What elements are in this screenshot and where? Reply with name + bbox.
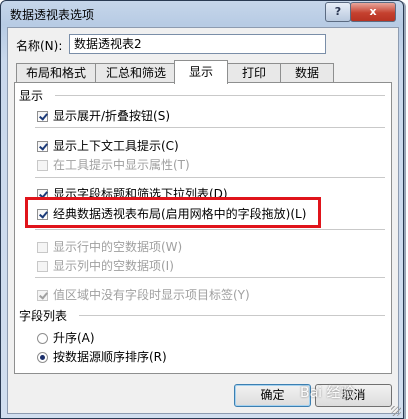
help-button[interactable]: ? [325, 2, 351, 22]
option-item-labels-no-fields: 值区域中没有字段时显示项目标签(Y) [37, 286, 250, 303]
section-divider [79, 315, 385, 316]
option-label: 显示展开/折叠按钮(S) [53, 109, 171, 123]
checkbox [37, 160, 48, 171]
option-classic-layout[interactable]: 经典数据透视表布局(启用网格中的字段拖放)(L) [37, 205, 306, 222]
option-sort-data-source[interactable]: 按数据源顺序排序(R) [37, 348, 167, 365]
checkbox[interactable] [37, 111, 48, 122]
option-properties-in-tooltips: 在工具提示中显示属性(T) [37, 156, 190, 173]
tab-layout-format[interactable]: 布局和格式 [16, 63, 96, 83]
checkbox [37, 290, 48, 301]
group-divider [35, 229, 385, 230]
name-input[interactable]: 数据透视表2 [69, 34, 326, 54]
checkbox[interactable] [37, 189, 48, 200]
option-label: 显示行中的空数据项(W) [53, 240, 183, 254]
option-contextual-tooltips[interactable]: 显示上下文工具提示(C) [37, 137, 179, 154]
tab-totals-filters[interactable]: 汇总和筛选 [95, 63, 177, 83]
display-tab-panel: 显示 显示展开/折叠按钮(S) 显示上下文工具提示(C) 在工具提示中显示属性(… [14, 82, 392, 374]
display-section-title: 显示 [19, 89, 44, 103]
option-label: 显示上下文工具提示(C) [53, 139, 179, 153]
option-label: 按数据源顺序排序(R) [53, 350, 167, 364]
tab-display[interactable]: 显示 [174, 60, 228, 84]
group-divider [35, 277, 385, 278]
option-empty-rows: 显示行中的空数据项(W) [37, 238, 182, 255]
group-divider [35, 177, 385, 178]
field-list-section-title: 字段列表 [19, 309, 68, 323]
checkbox [37, 242, 48, 253]
group-divider [35, 127, 385, 128]
close-button[interactable]: x [350, 2, 396, 22]
checkbox[interactable] [37, 209, 48, 220]
radio-button[interactable] [37, 352, 48, 363]
option-empty-columns: 显示列中的空数据项(I) [37, 257, 174, 274]
checkbox [37, 261, 48, 272]
title-bar[interactable]: 数据透视表选项 ? x [1, 1, 403, 27]
option-show-expand-collapse[interactable]: 显示展开/折叠按钮(S) [37, 107, 170, 124]
option-label: 经典数据透视表布局(启用网格中的字段拖放)(L) [53, 207, 307, 221]
resize-grip[interactable] [391, 406, 401, 416]
option-label: 显示列中的空数据项(I) [53, 259, 174, 273]
name-label: 名称(N): [16, 39, 63, 53]
section-divider [55, 95, 385, 96]
radio-button[interactable] [37, 333, 48, 344]
dialog-body: 名称(N): 数据透视表2 布局和格式 汇总和筛选 显示 打印 数据 显示 显示… [7, 27, 399, 414]
option-sort-ascending[interactable]: 升序(A) [37, 329, 95, 346]
tab-data[interactable]: 数据 [280, 63, 334, 83]
checkbox[interactable] [37, 141, 48, 152]
option-label: 值区域中没有字段时显示项目标签(Y) [53, 288, 250, 302]
window-title: 数据透视表选项 [10, 8, 95, 22]
watermark-logo: Bai 经验 [300, 385, 355, 401]
dialog-window: 数据透视表选项 ? x 名称(N): 数据透视表2 布局和格式 汇总和筛选 显示… [0, 0, 404, 419]
option-label: 升序(A) [53, 331, 95, 345]
option-label: 显示字段标题和筛选下拉列表(D) [53, 187, 228, 201]
option-label: 在工具提示中显示属性(T) [53, 158, 190, 172]
option-field-captions-filters[interactable]: 显示字段标题和筛选下拉列表(D) [37, 185, 228, 202]
tab-printing[interactable]: 打印 [227, 63, 281, 83]
